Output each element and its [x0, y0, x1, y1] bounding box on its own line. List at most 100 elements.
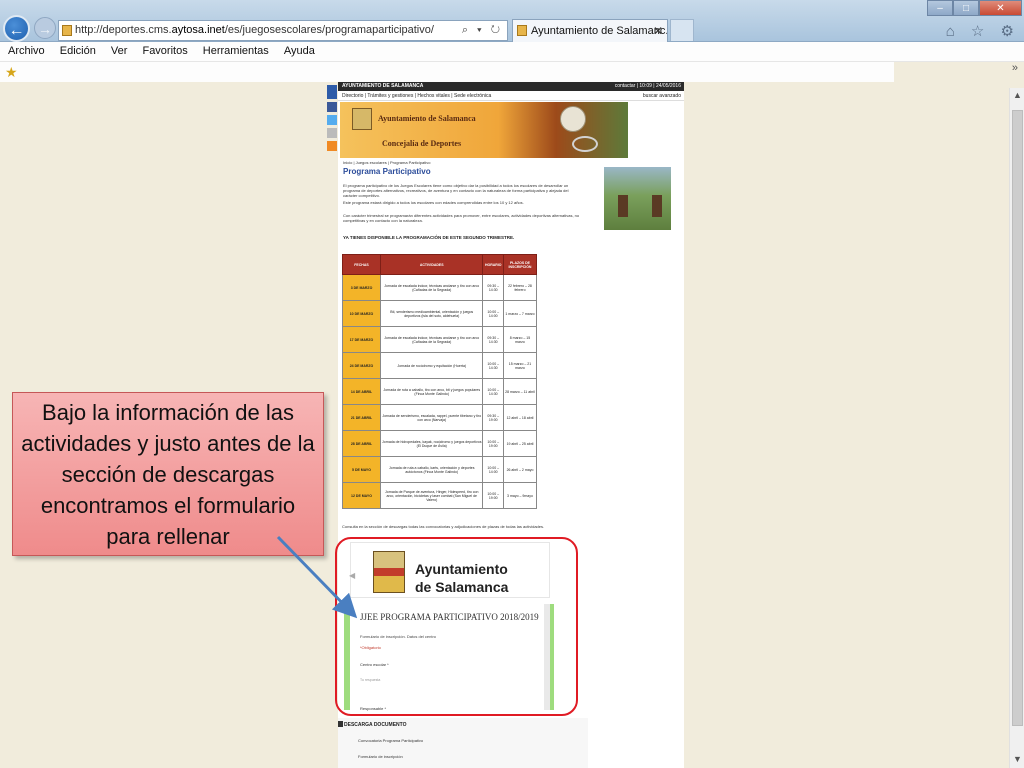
- cell-deadline: 19 abril – 25 abril: [502, 430, 538, 457]
- site-side-strip: [326, 82, 338, 162]
- table-header: ACTIVIDADES: [379, 254, 484, 275]
- table-row: 3 DE MARZO Jornada de escalada indoor, té…: [342, 274, 538, 301]
- tab-favicon: [517, 25, 527, 36]
- table-row: 12 DE MAYO Jornada de Parque de aventura,…: [342, 482, 538, 509]
- table-header: PLAZOS DE INSCRIPCIÓN: [502, 254, 538, 275]
- minimize-button[interactable]: –: [927, 0, 953, 16]
- forward-button[interactable]: →: [34, 17, 56, 39]
- cell-date: 10 DE MARZO: [342, 300, 381, 327]
- horse-riding-photo: [604, 167, 671, 230]
- site-nav-links[interactable]: Directorio | Trámites y gestiones | Hech…: [342, 93, 491, 99]
- scroll-thumb[interactable]: [1012, 110, 1023, 726]
- table-row: 28 DE ABRIL Jornada de hidropedales, kaya…: [342, 430, 538, 457]
- cell-date: 28 DE ABRIL: [342, 430, 381, 457]
- window-controls: – □ ✕: [927, 0, 1022, 16]
- cell-date: 12 DE MAYO: [342, 482, 381, 509]
- cell-date: 3 DE MARZO: [342, 274, 381, 301]
- new-tab-button[interactable]: [670, 19, 694, 41]
- cell-deadline: 3 mayo – 9mayo: [502, 482, 538, 509]
- cell-deadline: 12 abril – 18 abril: [502, 404, 538, 431]
- cell-deadline: 1 marzo – 7 marzo: [502, 300, 538, 327]
- cell-deadline: 15 marzo – 21 marzo: [502, 352, 538, 379]
- tab-close-icon[interactable]: ✕: [653, 20, 663, 42]
- download-icon: [338, 721, 343, 727]
- cell-deadline: 22 febrero – 28 febrero: [502, 274, 538, 301]
- schedule-available-note: YA TIENES DISPONIBLE LA PROGRAMACIÓN DE …: [343, 235, 515, 240]
- basket-hoop-icon: [572, 136, 598, 152]
- table-row: 24 DE MARZO Jornada de rocódromo y equita…: [342, 352, 538, 379]
- table-row: 10 DE MARZO Bti, senderismo medioambienta…: [342, 300, 538, 327]
- horse-figure: [618, 195, 628, 217]
- menu-archivo[interactable]: Archivo: [8, 45, 45, 57]
- horse-figure: [652, 195, 662, 217]
- cell-activity: Jornada de escalada indoor, técnicas anc…: [379, 326, 484, 353]
- activities-table: FECHAS ACTIVIDADES HORARIO PLAZOS DE INS…: [342, 254, 538, 509]
- table-header: FECHAS: [342, 254, 381, 275]
- url-path: /es/juegosescolares/programaparticipativ…: [224, 24, 434, 36]
- banner-title: Ayuntamiento de Salamanca: [378, 114, 476, 123]
- cell-schedule: 10:00 – 14:00: [482, 456, 504, 483]
- close-window-button[interactable]: ✕: [979, 0, 1022, 16]
- coat-of-arms-icon: [352, 108, 372, 130]
- menu-ver[interactable]: Ver: [111, 45, 128, 57]
- menu-bar: Archivo Edición Ver Favoritos Herramient…: [0, 42, 1024, 62]
- page-scrollbar[interactable]: ▲ ▼: [1009, 88, 1024, 768]
- banner-subtitle: Concejalía de Deportes: [382, 139, 462, 148]
- cell-activity: Jornada de rocódromo y equitación (Huert…: [379, 352, 484, 379]
- cell-activity: Jornada de hidropedales, kayak, rocódrom…: [379, 430, 484, 457]
- site-banner: Ayuntamiento de Salamanca Concejalía de …: [340, 102, 628, 158]
- cell-schedule: 10:00 – 14:30: [482, 378, 504, 405]
- email-icon[interactable]: [327, 128, 337, 138]
- site-search[interactable]: buscar avanzado: [643, 91, 681, 101]
- home-favorites-settings-icons[interactable]: ⌂ ☆ ⚙: [946, 22, 1020, 40]
- rss-icon[interactable]: [327, 141, 337, 151]
- menu-favoritos[interactable]: Favoritos: [142, 45, 187, 57]
- menu-ayuda[interactable]: Ayuda: [284, 45, 315, 57]
- address-bar[interactable]: http://deportes.cms.aytosa.inet/es/juego…: [58, 20, 508, 41]
- scroll-up-icon[interactable]: ▲: [1010, 90, 1024, 100]
- cell-activity: Bti, senderismo medioambiental, orientac…: [379, 300, 484, 327]
- site-top-bar: AYUNTAMIENTO DE SALAMANCA contactar | 10…: [338, 82, 684, 91]
- tab-active[interactable]: Ayuntamiento de Salamanc... ✕: [512, 19, 668, 42]
- cell-date: 24 DE MARZO: [342, 352, 381, 379]
- maximize-button[interactable]: □: [953, 0, 979, 16]
- share-icon[interactable]: [327, 85, 337, 99]
- facebook-icon[interactable]: [327, 102, 337, 112]
- cell-date: 5 DE MAYO: [342, 456, 381, 483]
- cell-deadline: 28 marzo – 11 abril: [502, 378, 538, 405]
- downloads-section: DESCARGA DOCUMENTO Convocatoria Programa…: [338, 718, 588, 768]
- twitter-icon[interactable]: [327, 115, 337, 125]
- cell-activity: Jornada de escalada indoor, técnicas anc…: [379, 274, 484, 301]
- site-top-links[interactable]: contactar | 10:09 | 24/05/2016: [615, 82, 681, 91]
- downloads-note: Consulta en la sección de descargas toda…: [342, 524, 545, 529]
- cell-activity: Jornada de ruta a caballo, tiro con arco…: [379, 378, 484, 405]
- downloads-title: DESCARGA DOCUMENTO: [344, 722, 407, 728]
- schedule-paragraph: Con carácter trimestral se programarán d…: [343, 213, 580, 223]
- cell-schedule: 09:30 – 14:30: [482, 326, 504, 353]
- cell-schedule: 10:00 – 14:30: [482, 352, 504, 379]
- tab-title: Ayuntamiento de Salamanc...: [531, 25, 668, 37]
- table-row: 5 DE MAYO Jornada de ruta a caballo, kart…: [342, 456, 538, 483]
- cell-deadline: 26 abril – 2 mayo: [502, 456, 538, 483]
- back-button[interactable]: ←: [3, 15, 30, 42]
- favorites-star-icon[interactable]: ★: [5, 64, 18, 81]
- table-header: HORARIO: [482, 254, 504, 275]
- cell-activity: Jornada de Parque de aventura, Hinger, H…: [379, 482, 484, 509]
- intro-paragraph: El programa participativo de los Juegos …: [343, 183, 569, 198]
- address-tools-icon[interactable]: ⌕ ▾ ↻: [462, 21, 503, 40]
- cell-schedule: 10:00 – 19:00: [482, 482, 504, 509]
- download-link[interactable]: Convocatoria Programa Participativo: [358, 738, 423, 743]
- download-link[interactable]: Formulario de inscripción: [358, 754, 403, 759]
- cell-activity: Jornada de senderismo, escalada, rappel,…: [379, 404, 484, 431]
- cell-date: 21 DE ABRIL: [342, 404, 381, 431]
- table-row: 14 DE ABRIL Jornada de ruta a caballo, ti…: [342, 378, 538, 405]
- menu-herramientas[interactable]: Herramientas: [203, 45, 269, 57]
- form-highlight-outline: [335, 537, 578, 716]
- scroll-down-icon[interactable]: ▼: [1010, 754, 1024, 764]
- menu-edicion[interactable]: Edición: [60, 45, 96, 57]
- favorites-expand-icon[interactable]: »: [1012, 62, 1018, 74]
- favorites-bar: ★: [0, 62, 894, 82]
- site-nav: Directorio | Trámites y gestiones | Hech…: [338, 91, 684, 101]
- breadcrumb[interactable]: Inicio | Juegos escolares | Programa Par…: [343, 160, 430, 165]
- cell-date: 17 DE MARZO: [342, 326, 381, 353]
